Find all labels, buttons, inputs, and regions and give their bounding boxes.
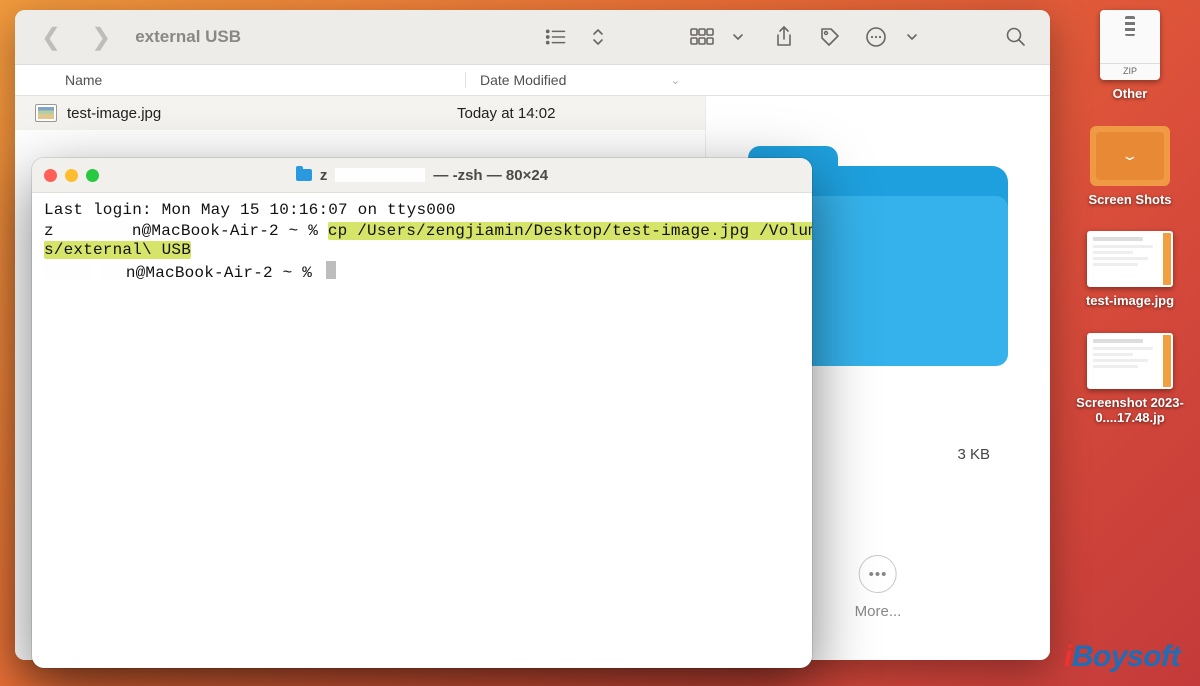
desktop-item-screenshots[interactable]: ⌄ Screen Shots [1065, 126, 1195, 208]
desktop-area: Other ⌄ Screen Shots test-image.jpg Scre… [1060, 0, 1200, 686]
terminal-line: n@MacBook-Air-2 ~ % [44, 264, 336, 282]
close-button[interactable] [44, 169, 57, 182]
chevron-down-icon: ⌄ [671, 74, 680, 87]
terminal-body[interactable]: Last login: Mon May 15 10:16:07 on ttys0… [32, 193, 812, 668]
zip-icon [1100, 10, 1160, 80]
list-view-icon[interactable] [544, 25, 572, 49]
desktop-item-other[interactable]: Other [1065, 10, 1195, 102]
redacted-text [100, 263, 126, 279]
redacted-text [44, 263, 90, 279]
cursor-icon [326, 261, 336, 279]
grid-view-icon[interactable] [688, 25, 716, 49]
highlighted-command: s/external\ USB [44, 241, 191, 259]
forward-button[interactable]: ❯ [85, 23, 117, 52]
desktop-label: Other [1113, 86, 1148, 102]
finder-title: external USB [135, 27, 241, 47]
preview-size: 3 KB [957, 446, 1030, 463]
sort-updown-icon[interactable] [584, 25, 612, 49]
more-actions-icon[interactable] [862, 25, 890, 49]
desktop-label: test-image.jpg [1086, 293, 1174, 309]
finder-columns-header: Name Date Modified ⌄ [15, 65, 1050, 96]
more-button[interactable]: ••• More... [855, 555, 902, 620]
desktop-label: Screenshot 2023-0....17.48.jp [1065, 395, 1195, 426]
search-icon[interactable] [1002, 25, 1030, 49]
desktop-label: Screen Shots [1088, 192, 1171, 208]
window-controls [44, 169, 99, 182]
share-icon[interactable] [770, 25, 798, 49]
folder-icon [296, 169, 312, 181]
image-thumb-icon [1087, 333, 1173, 389]
desktop-item-testimage[interactable]: test-image.jpg [1065, 231, 1195, 309]
redacted-text [335, 168, 425, 182]
chevron-down-icon[interactable] [898, 25, 926, 49]
image-thumb-icon [1087, 231, 1173, 287]
terminal-title: z — -zsh — 80×24 [32, 167, 812, 184]
zoom-button[interactable] [86, 169, 99, 182]
tag-icon[interactable] [816, 25, 844, 49]
desktop-item-screenshot2023[interactable]: Screenshot 2023-0....17.48.jp [1065, 333, 1195, 426]
column-date[interactable]: Date Modified ⌄ [465, 72, 1030, 88]
finder-toolbar: ❮ ❯ external USB [15, 10, 1050, 65]
file-row[interactable]: test-image.jpg Today at 14:02 [15, 96, 705, 130]
ellipsis-icon: ••• [859, 555, 897, 593]
image-file-icon [35, 104, 57, 122]
highlighted-command: cp /Users/zengjiamin/Desktop/test-image.… [328, 222, 812, 240]
watermark: iBoysoft [1064, 640, 1180, 674]
column-name[interactable]: Name [35, 72, 465, 88]
minimize-button[interactable] [65, 169, 78, 182]
terminal-line: zn@MacBook-Air-2 ~ % cp /Users/zengjiami… [44, 222, 812, 240]
file-date: Today at 14:02 [457, 105, 555, 122]
more-label: More... [855, 603, 902, 620]
file-name: test-image.jpg [67, 105, 457, 122]
terminal-window: z — -zsh — 80×24 Last login: Mon May 15 … [32, 158, 812, 668]
folder-icon: ⌄ [1090, 126, 1170, 186]
terminal-titlebar[interactable]: z — -zsh — 80×24 [32, 158, 812, 193]
chevron-down-icon[interactable] [724, 25, 752, 49]
back-button[interactable]: ❮ [35, 23, 67, 52]
terminal-line: Last login: Mon May 15 10:16:07 on ttys0… [44, 201, 456, 219]
redacted-text [54, 221, 132, 237]
